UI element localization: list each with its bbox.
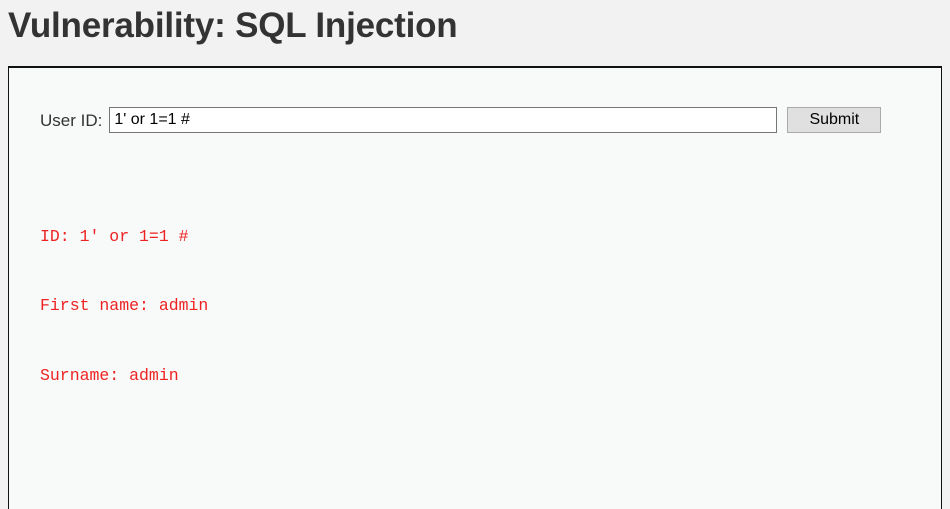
vulnerability-content-box: User ID: Submit ID: 1' or 1=1 # First na… (8, 66, 942, 509)
sql-injection-form: User ID: Submit (40, 106, 882, 134)
result-firstname-line: First name: admin (40, 296, 209, 316)
submit-button[interactable]: Submit (787, 107, 882, 133)
user-id-input[interactable] (109, 107, 778, 133)
result-surname-line: Surname: admin (40, 365, 179, 385)
result-id-line: ID: 1' or 1=1 # (40, 226, 189, 246)
result-block: ID: 1' or 1=1 # First name: admin Surnam… (40, 178, 920, 433)
query-results: ID: 1' or 1=1 # First name: admin Surnam… (40, 155, 920, 509)
sql-injection-page: Vulnerability: SQL Injection User ID: Su… (0, 0, 950, 509)
result-block: ID: 1' or 1=1 # First name: Gordon Surna… (40, 503, 920, 509)
page-title: Vulnerability: SQL Injection (8, 6, 458, 45)
user-id-label: User ID: (40, 110, 103, 130)
page-header: Vulnerability: SQL Injection (0, 0, 950, 66)
